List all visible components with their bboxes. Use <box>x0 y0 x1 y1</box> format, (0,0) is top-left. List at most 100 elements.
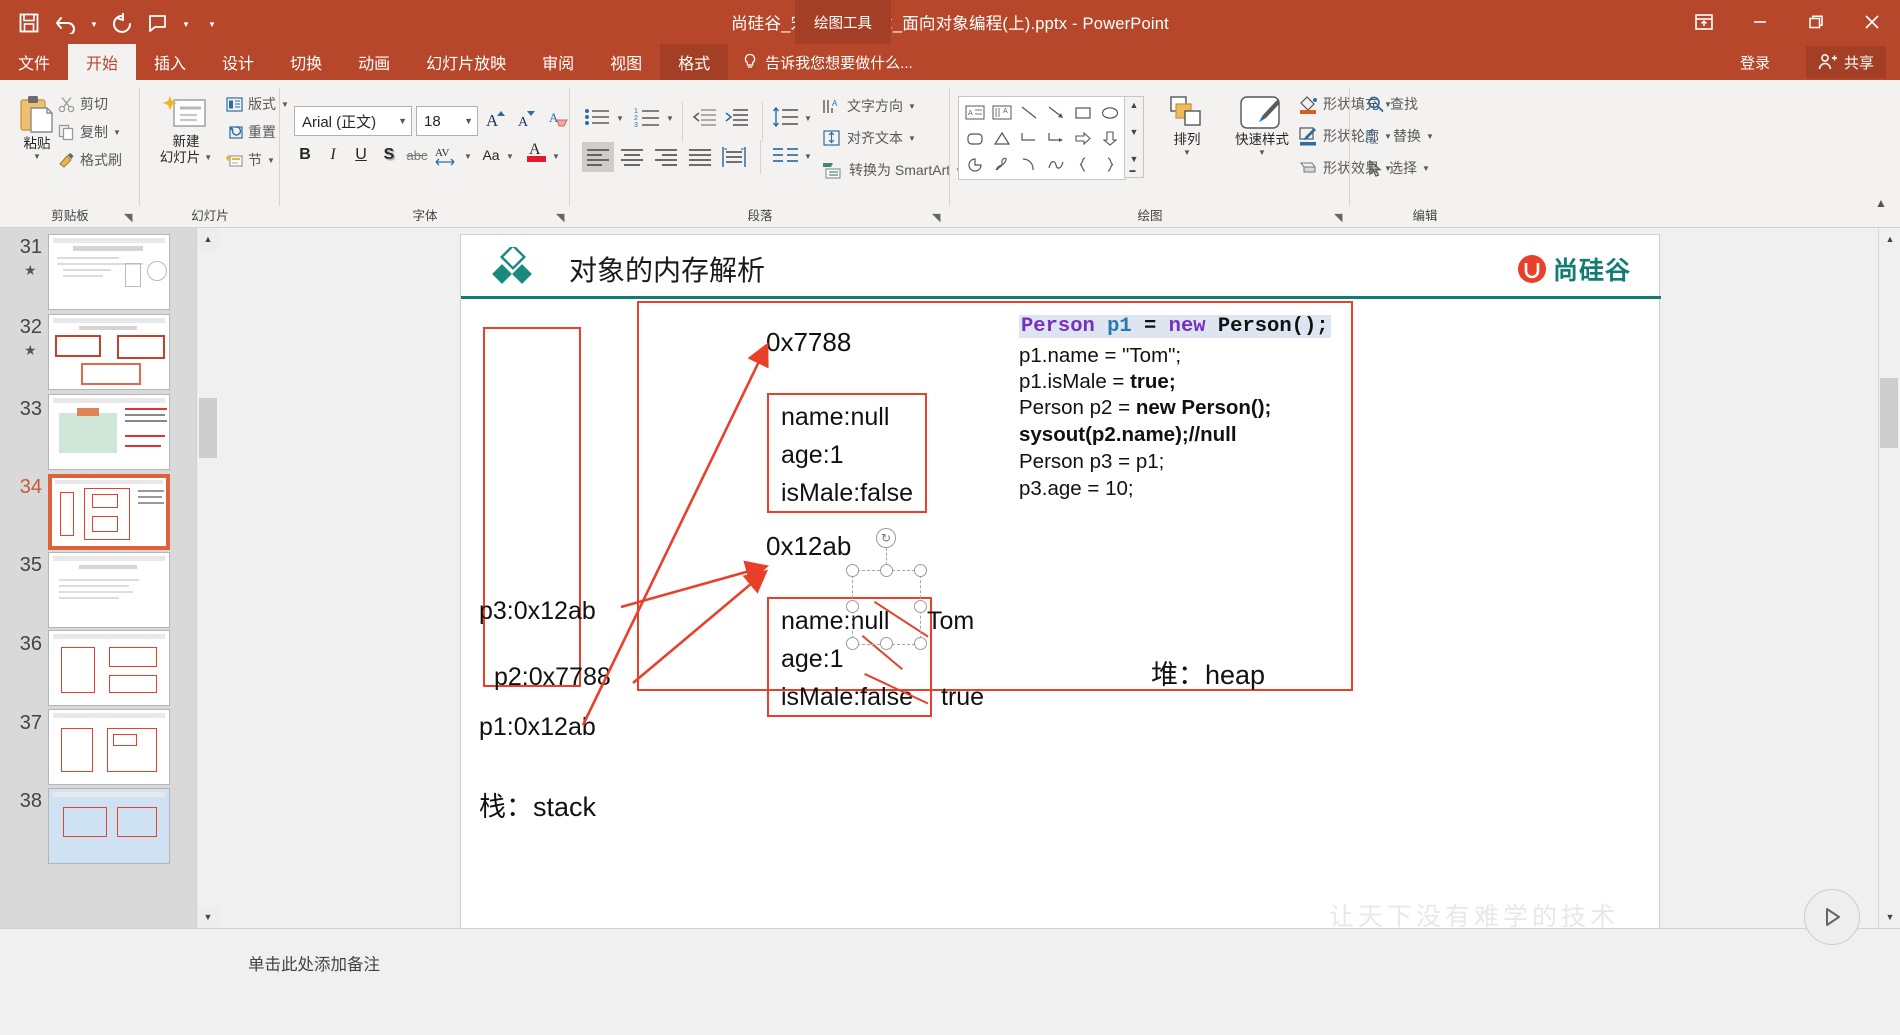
tab-review[interactable]: 审阅 <box>524 44 592 80</box>
format-painter-button[interactable]: 格式刷 <box>58 150 122 170</box>
handle-bottom-left[interactable] <box>846 637 859 650</box>
quick-styles-button[interactable]: 快速样式 ▼ <box>1222 94 1302 157</box>
notes-pane[interactable]: 单击此处添加备注 <box>0 928 1900 1000</box>
collapse-ribbon-button[interactable]: ▲ <box>1870 192 1892 214</box>
shape-right-brace-icon[interactable] <box>1096 151 1123 177</box>
reset-button[interactable]: 重置 <box>226 122 276 142</box>
align-center-button[interactable] <box>616 142 648 172</box>
clipboard-dialog-launcher[interactable]: ◥ <box>124 211 132 224</box>
increase-indent-button[interactable] <box>722 104 752 130</box>
handle-top-center[interactable] <box>880 564 893 577</box>
bullets-button[interactable] <box>582 104 614 130</box>
tab-home[interactable]: 开始 <box>68 44 137 80</box>
drawing-dialog-launcher[interactable]: ◥ <box>1334 211 1342 224</box>
thumbnail-pane-scrollbar[interactable]: ▲ ▼ <box>196 228 219 928</box>
text-direction-caret[interactable]: ▼ <box>908 102 916 111</box>
slide-thumbnail-34[interactable] <box>48 474 170 550</box>
shapes-gallery-more-icon[interactable]: ▼ ▬ <box>1130 154 1139 174</box>
convert-to-smartart-button[interactable]: 转换为 SmartArt ▼ <box>822 160 963 180</box>
bold-button[interactable]: B <box>292 142 318 168</box>
shapes-scroll-up-icon[interactable]: ▲ <box>1130 100 1139 110</box>
notes-placeholder[interactable]: 单击此处添加备注 <box>248 951 380 975</box>
slide-scroll-down-icon[interactable]: ▼ <box>1879 906 1900 928</box>
select-caret[interactable]: ▼ <box>1422 164 1430 173</box>
slide-thumbnail-33[interactable] <box>48 394 170 470</box>
align-left-button[interactable] <box>582 142 614 172</box>
shapes-gallery[interactable]: A A <box>958 96 1126 180</box>
slide-thumbnail-31[interactable] <box>48 234 170 310</box>
shapes-scroll-down-icon[interactable]: ▼ <box>1130 127 1139 137</box>
paragraph-dialog-launcher[interactable]: ◥ <box>932 211 940 224</box>
replace-caret[interactable]: ▼ <box>1426 132 1434 141</box>
find-button[interactable]: 查找 <box>1366 94 1418 114</box>
tab-format[interactable]: 格式 <box>660 44 729 80</box>
tab-slideshow[interactable]: 幻灯片放映 <box>408 44 524 80</box>
copy-button[interactable]: 复制 ▼ <box>58 122 121 142</box>
shape-rectangle-icon[interactable] <box>1069 99 1096 125</box>
columns-button[interactable] <box>770 142 802 168</box>
justify-button[interactable] <box>684 142 716 172</box>
shape-elbow-arrow-icon[interactable] <box>1042 125 1069 151</box>
font-color-caret[interactable]: ▼ <box>552 152 560 161</box>
shape-line-icon[interactable] <box>1015 99 1042 125</box>
tab-insert[interactable]: 插入 <box>136 44 204 80</box>
tab-animations[interactable]: 动画 <box>340 44 408 80</box>
shapes-gallery-scroll[interactable]: ▲ ▼ ▼ ▬ <box>1124 96 1144 178</box>
bullets-caret[interactable]: ▼ <box>616 114 624 123</box>
change-case-caret[interactable]: ▼ <box>506 152 514 161</box>
shape-down-arrow-icon[interactable] <box>1096 125 1123 151</box>
decrease-font-size-button[interactable]: A <box>514 106 540 132</box>
handle-top-left[interactable] <box>846 564 859 577</box>
handle-middle-left[interactable] <box>846 600 859 613</box>
tab-design[interactable]: 设计 <box>204 44 272 80</box>
line-spacing-caret[interactable]: ▼ <box>804 114 812 123</box>
numbering-button[interactable]: 123 <box>632 104 664 130</box>
shape-textbox-icon[interactable]: A <box>961 99 988 125</box>
underline-button[interactable]: U <box>348 142 374 168</box>
font-size-combo[interactable]: 18 ▼ <box>416 106 478 136</box>
arrange-caret[interactable]: ▼ <box>1183 148 1191 157</box>
columns-caret[interactable]: ▼ <box>804 152 812 161</box>
shape-right-arrow-icon[interactable] <box>1069 125 1096 151</box>
tell-me-search[interactable]: 告诉我您想要做什么... <box>742 44 913 80</box>
copy-dropdown-caret[interactable]: ▼ <box>113 128 121 137</box>
shape-left-brace-icon[interactable] <box>1069 151 1096 177</box>
text-shadow-button[interactable]: S <box>376 142 402 168</box>
handle-top-right[interactable] <box>914 564 927 577</box>
slide-canvas[interactable]: 对象的内存解析 尚硅谷 0x7788 name:null age:1 isMal… <box>460 234 1661 952</box>
slide-thumbnail-35[interactable] <box>48 552 170 628</box>
character-spacing-caret[interactable]: ▼ <box>464 152 472 161</box>
handle-middle-right[interactable] <box>914 600 927 613</box>
strikethrough-button[interactable]: abc <box>404 142 430 168</box>
numbering-caret[interactable]: ▼ <box>666 114 674 123</box>
change-case-button[interactable]: Aa <box>476 142 506 168</box>
align-text-caret[interactable]: ▼ <box>908 134 916 143</box>
font-color-button[interactable]: A <box>524 138 550 164</box>
tab-transitions[interactable]: 切换 <box>272 44 340 80</box>
paste-dropdown-caret[interactable]: ▼ <box>33 152 41 161</box>
tab-view[interactable]: 视图 <box>592 44 660 80</box>
align-text-button[interactable]: 对齐文本 ▼ <box>822 128 916 148</box>
minimize-icon[interactable] <box>1732 0 1788 44</box>
new-slide-dropdown-caret[interactable]: ▼ <box>204 153 212 162</box>
shape-elbow-connector-icon[interactable] <box>1015 125 1042 151</box>
italic-button[interactable]: I <box>320 142 346 168</box>
replace-button[interactable]: ab ac 替换 ▼ <box>1366 126 1434 146</box>
shape-vertical-textbox-icon[interactable]: A <box>988 99 1015 125</box>
handle-bottom-center[interactable] <box>880 637 893 650</box>
ribbon-display-options-icon[interactable] <box>1676 0 1732 44</box>
character-spacing-button[interactable]: AV <box>432 142 462 168</box>
slide-thumbnail-38[interactable] <box>48 788 170 864</box>
new-slide-button[interactable]: 新建 幻灯片 ▼ <box>150 94 222 165</box>
signin-link[interactable]: 登录 <box>1740 44 1770 80</box>
restore-icon[interactable] <box>1788 0 1844 44</box>
handle-bottom-right[interactable] <box>914 637 927 650</box>
shape-rounded-rect-icon[interactable] <box>961 125 988 151</box>
media-play-overlay-button[interactable] <box>1804 889 1860 945</box>
distribute-justify-button[interactable] <box>718 142 750 172</box>
align-right-button[interactable] <box>650 142 682 172</box>
thumbnail-scroll-up-icon[interactable]: ▲ <box>197 228 219 250</box>
rotate-handle[interactable]: ↻ <box>876 528 896 548</box>
slide-view-scrollbar[interactable]: ▲ ▼ <box>1878 228 1900 928</box>
heap-region-box[interactable] <box>637 301 1353 691</box>
